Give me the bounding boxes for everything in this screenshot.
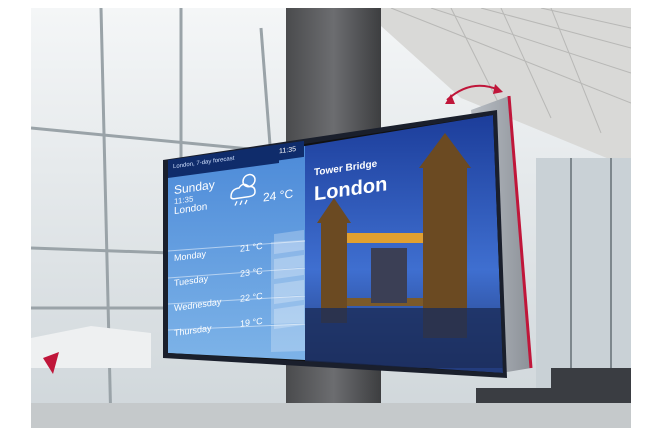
forecast-temp: 22 °C xyxy=(240,290,263,304)
cloud-icon xyxy=(274,229,304,255)
promo-title: London xyxy=(314,173,388,206)
cloud-sun-rain-icon xyxy=(230,173,256,206)
cloud-sun-icon xyxy=(274,304,304,330)
cloud-sun-icon xyxy=(274,254,304,280)
today-temp: 24 °C xyxy=(263,186,294,205)
right-window xyxy=(536,158,631,398)
forecast-temp: 21 °C xyxy=(240,240,263,254)
forecast-day: Monday xyxy=(174,248,207,264)
forecast-header-title: London, 7-day forecast xyxy=(173,155,235,171)
forecast-day: Tuesday xyxy=(174,273,209,289)
cloud-sun-icon xyxy=(274,279,304,305)
header-time: 11:35 xyxy=(279,146,296,156)
today-block: Sunday 11:35 London xyxy=(174,177,215,217)
forecast-day: Thursday xyxy=(174,322,212,339)
photo-scene: London, 7-day forecast 11:35 Sunday 11:3… xyxy=(0,0,653,428)
forecast-temp: 19 °C xyxy=(240,315,263,329)
forecast-day: Wednesday xyxy=(174,296,222,314)
forecast-temp: 23 °C xyxy=(240,265,263,279)
floor xyxy=(31,403,631,428)
